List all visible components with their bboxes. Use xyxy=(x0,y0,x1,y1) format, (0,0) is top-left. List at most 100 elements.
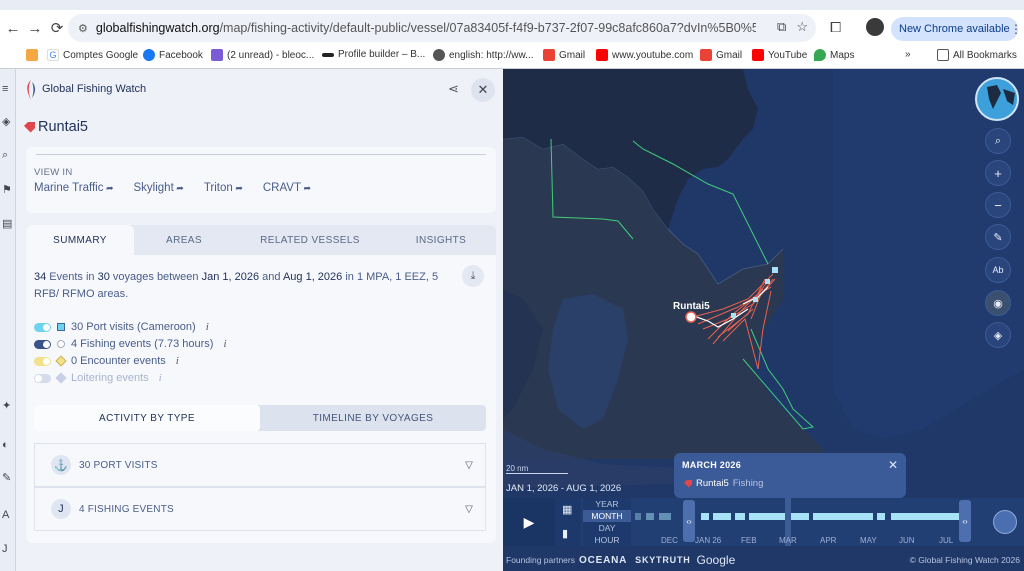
handle-arrows-icon: ‹› xyxy=(962,516,968,526)
more-bookmarks-icon[interactable]: » xyxy=(905,49,911,60)
bookmark-item[interactable]: All Bookmarks xyxy=(937,49,1017,61)
hook-icon: J xyxy=(51,499,71,519)
profile-avatar[interactable] xyxy=(866,18,884,36)
chevron-down-icon[interactable]: ▽ xyxy=(465,460,473,471)
event-row-loitering[interactable]: Loitering events i xyxy=(34,372,162,384)
close-icon: ✕ xyxy=(477,82,489,97)
toggle-fishing[interactable] xyxy=(34,339,51,349)
tab-areas[interactable]: AREAS xyxy=(134,225,234,255)
bookmark-item[interactable]: G Comptes Google xyxy=(47,49,138,61)
font-icon[interactable]: A xyxy=(2,509,9,521)
layers-icon[interactable]: ◈ xyxy=(2,115,10,128)
link-cravt[interactable]: CRAVT xyxy=(263,182,311,194)
download-button[interactable]: ⤓ xyxy=(462,265,484,287)
link-marine-traffic[interactable]: Marine Traffic xyxy=(34,182,114,194)
bookmark-item[interactable]: Gmail xyxy=(700,49,742,61)
chevron-down-icon[interactable]: ▽ xyxy=(465,504,473,515)
external-links: Marine Traffic Skylight Triton CRAVT xyxy=(34,182,311,194)
event-row-encounter[interactable]: 0 Encounter events i xyxy=(34,355,179,367)
menu-dots-icon[interactable]: ⋮ xyxy=(1010,22,1022,36)
menu-icon[interactable]: ≡ xyxy=(2,83,8,95)
search-icon[interactable]: ⌕ xyxy=(2,149,8,162)
info-icon[interactable]: i xyxy=(223,338,226,350)
resolution-day[interactable]: DAY xyxy=(583,522,631,534)
port-visit-icon xyxy=(57,323,65,331)
user-icon[interactable]: ◐ xyxy=(2,439,9,451)
bookmark-apps-icon[interactable] xyxy=(26,49,38,61)
partner-skytruth[interactable]: SKYTRUTH xyxy=(635,555,690,565)
address-bar[interactable]: ⚙ globalfishingwatch.org/map/fishing-act… xyxy=(68,14,816,42)
bookmark-item[interactable]: YouTube xyxy=(752,49,807,61)
tab-related-vessels[interactable]: RELATED VESSELS xyxy=(234,225,386,255)
event-row-fishing[interactable]: 4 Fishing events (7.73 hours) i xyxy=(34,338,227,350)
globe-minimap[interactable] xyxy=(975,77,1019,121)
zoom-in-button[interactable]: + xyxy=(985,160,1011,186)
anchor-icon: ⚓ xyxy=(51,455,71,475)
calendar-icon[interactable]: ▦ xyxy=(562,503,572,516)
toggle-loitering[interactable] xyxy=(34,373,51,383)
bookmark-item[interactable]: www.youtube.com xyxy=(596,49,693,61)
search-map-button[interactable]: ⌕ xyxy=(985,128,1011,154)
edit-icon[interactable]: ✎ xyxy=(2,471,11,484)
popup-close-icon[interactable]: ✕ xyxy=(888,458,898,472)
event-row-port[interactable]: 30 Port visits (Cameroon) i xyxy=(34,321,209,333)
forward-icon[interactable]: → xyxy=(24,17,46,39)
resolution-month[interactable]: MONTH xyxy=(583,510,631,522)
extensions-icon[interactable]: ⧠ xyxy=(830,19,841,36)
vessel-icon[interactable]: ⚑ xyxy=(2,183,12,196)
layers-button[interactable]: ◈ xyxy=(985,322,1011,348)
month-label: JUL xyxy=(939,536,954,545)
popup-vessel[interactable]: Runtai5 xyxy=(696,478,729,489)
tab-insights[interactable]: INSIGHTS xyxy=(386,225,496,255)
timebar-start-handle[interactable]: ‹› xyxy=(683,500,695,542)
tab-strip[interactable] xyxy=(0,0,1024,10)
bookmark-item[interactable]: Gmail xyxy=(543,49,585,61)
new-chrome-button[interactable]: New Chrome available xyxy=(891,17,1018,41)
map-view[interactable]: Runtai5 ⌕ + − ✎ Ab ◉ ◈ 20 nm JAN 1, 2026… xyxy=(503,69,1024,571)
back-icon[interactable]: ← xyxy=(2,17,24,39)
ruler-button[interactable]: ✎ xyxy=(985,224,1011,250)
subtab-timeline-by-voyages[interactable]: TIMELINE BY VOYAGES xyxy=(260,405,486,431)
info-icon[interactable]: i xyxy=(159,372,162,384)
resolution-year[interactable]: YEAR xyxy=(583,498,631,510)
link-skylight[interactable]: Skylight xyxy=(134,182,184,194)
bookmark-item[interactable]: (2 unread) - bleoc... xyxy=(211,49,314,61)
resolution-hour[interactable]: HOUR xyxy=(583,534,631,546)
subtab-activity-by-type[interactable]: ACTIVITY BY TYPE xyxy=(34,405,260,431)
partner-google[interactable]: Google xyxy=(697,553,736,567)
accordion-port-visits[interactable]: ⚓ 30 PORT VISITS ▽ xyxy=(34,443,486,487)
play-button[interactable]: ▶ xyxy=(503,498,555,546)
tab-summary[interactable]: SUMMARY xyxy=(26,225,134,255)
info-icon[interactable]: i xyxy=(176,355,179,367)
install-icon[interactable]: ⧉ xyxy=(777,19,786,35)
basemap-button[interactable]: ◉ xyxy=(985,290,1011,316)
plus-icon: + xyxy=(994,165,1002,181)
annotation-button[interactable]: Ab xyxy=(985,257,1011,283)
toggle-port-visits[interactable] xyxy=(34,322,51,332)
bookmark-icon[interactable]: ▮ xyxy=(562,527,568,540)
sparkle-icon[interactable]: ✦ xyxy=(2,399,11,412)
bookmark-item[interactable]: english: http://ww... xyxy=(433,49,534,61)
accordion-fishing-events[interactable]: J 4 FISHING EVENTS ▽ xyxy=(34,487,486,531)
bookmark-star-icon[interactable]: ☆ xyxy=(796,19,808,35)
help-icon[interactable]: J xyxy=(2,543,8,555)
link-triton[interactable]: Triton xyxy=(204,182,243,194)
share-icon[interactable]: ⋖ xyxy=(448,81,459,97)
info-icon[interactable]: i xyxy=(206,321,209,333)
bookmark-item[interactable]: Profile builder – B... xyxy=(322,49,425,60)
partner-oceana[interactable]: OCEANA xyxy=(579,555,627,566)
timebar-end-handle[interactable]: ‹› xyxy=(959,500,971,542)
vessel-position-marker[interactable] xyxy=(685,311,697,323)
bookmark-item[interactable]: Facebook xyxy=(143,49,203,61)
chat-avatar[interactable] xyxy=(993,510,1017,534)
google-icon: G xyxy=(47,49,59,61)
reload-icon[interactable]: ⟳ xyxy=(46,17,68,39)
bookmark-item[interactable]: Maps xyxy=(814,49,854,61)
zoom-out-button[interactable]: − xyxy=(985,192,1011,218)
toggle-encounter[interactable] xyxy=(34,356,51,366)
close-panel-button[interactable]: ✕ xyxy=(471,78,495,102)
report-icon[interactable]: ▤ xyxy=(2,217,12,230)
site-info-icon[interactable]: ⚙ xyxy=(78,22,88,35)
url-text[interactable]: globalfishingwatch.org/map/fishing-activ… xyxy=(96,21,756,35)
month-label: DEC xyxy=(661,536,678,545)
